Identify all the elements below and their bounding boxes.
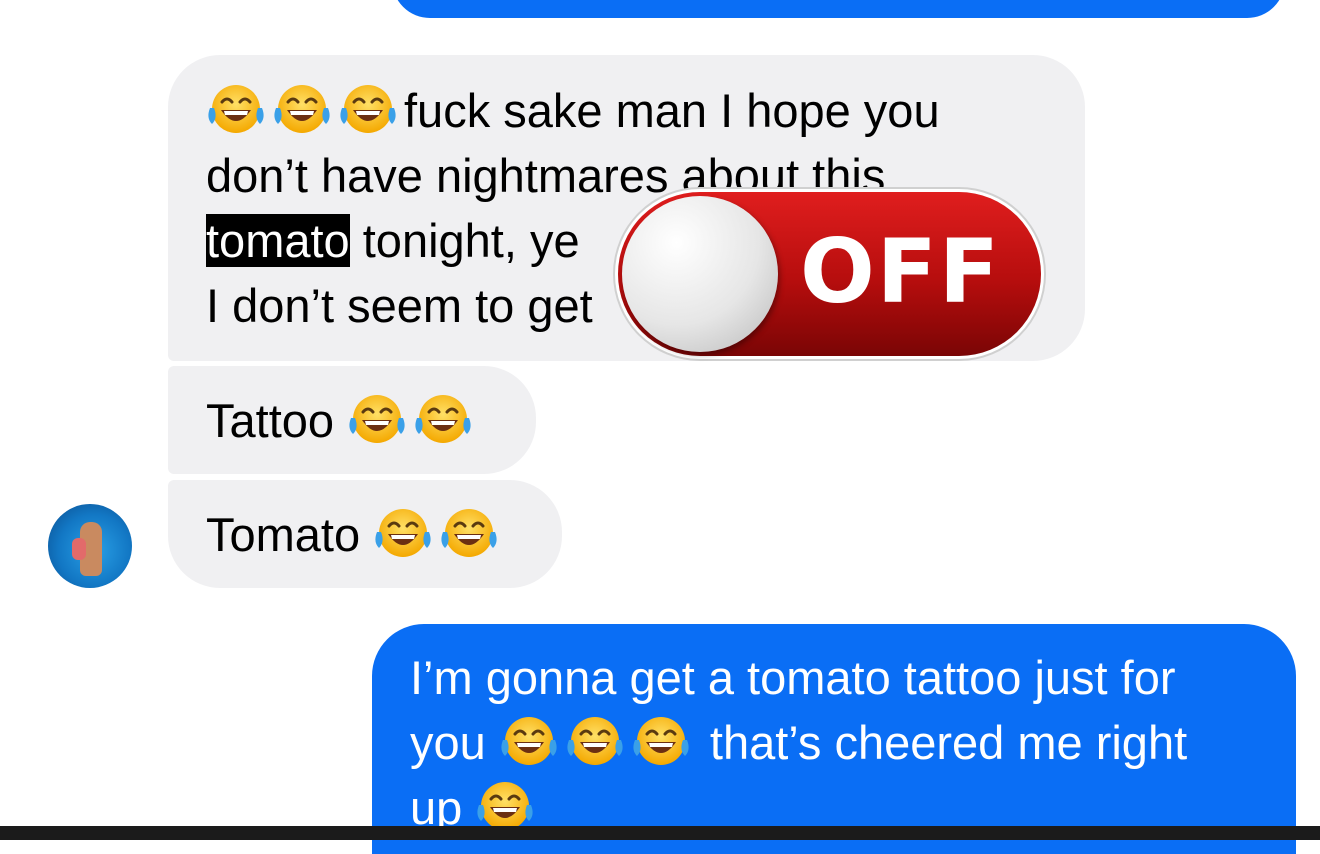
message-text: Tattoo bbox=[206, 394, 335, 447]
tears-of-joy-icon bbox=[499, 714, 559, 769]
tears-of-joy-icon bbox=[631, 714, 691, 769]
avatar-child bbox=[72, 538, 86, 560]
off-toggle-switch[interactable]: OFF bbox=[618, 192, 1041, 356]
tears-of-joy-icon bbox=[565, 714, 625, 769]
outgoing-message[interactable]: I’m gonna get a tomato tattoo just for y… bbox=[372, 624, 1296, 854]
message-text: that’s cheered me right bbox=[709, 716, 1188, 769]
highlighted-word: tomato bbox=[206, 214, 350, 267]
message-line: I’m gonna get a tomato tattoo just for bbox=[410, 645, 1256, 710]
incoming-message-3[interactable]: Tomato bbox=[168, 480, 562, 588]
previous-outgoing-bubble bbox=[392, 0, 1285, 18]
message-text: Tomato bbox=[206, 508, 361, 561]
tears-of-joy-icon bbox=[439, 506, 499, 561]
message-text: you bbox=[410, 716, 486, 769]
toggle-knob[interactable] bbox=[622, 196, 778, 352]
tears-of-joy-icon bbox=[347, 392, 407, 447]
tears-of-joy-icon bbox=[413, 392, 473, 447]
tears-of-joy-icon bbox=[272, 82, 332, 137]
contact-avatar[interactable] bbox=[48, 504, 132, 588]
message-text: fuck sake man I hope you bbox=[404, 84, 940, 137]
toggle-label: OFF bbox=[800, 220, 1002, 323]
bottom-edge bbox=[0, 826, 1320, 840]
message-line: fuck sake man I hope you bbox=[206, 78, 1085, 143]
tears-of-joy-icon bbox=[373, 506, 433, 561]
message-text: I’m gonna get a tomato tattoo just for bbox=[410, 651, 1176, 704]
message-line: you that’s cheered me right bbox=[410, 710, 1256, 775]
tears-of-joy-icon bbox=[338, 82, 398, 137]
message-text: tonight, ye bbox=[349, 214, 580, 267]
tears-of-joy-icon bbox=[206, 82, 266, 137]
incoming-message-2[interactable]: Tattoo bbox=[168, 366, 536, 474]
message-text: I don’t seem to get bbox=[206, 279, 593, 332]
